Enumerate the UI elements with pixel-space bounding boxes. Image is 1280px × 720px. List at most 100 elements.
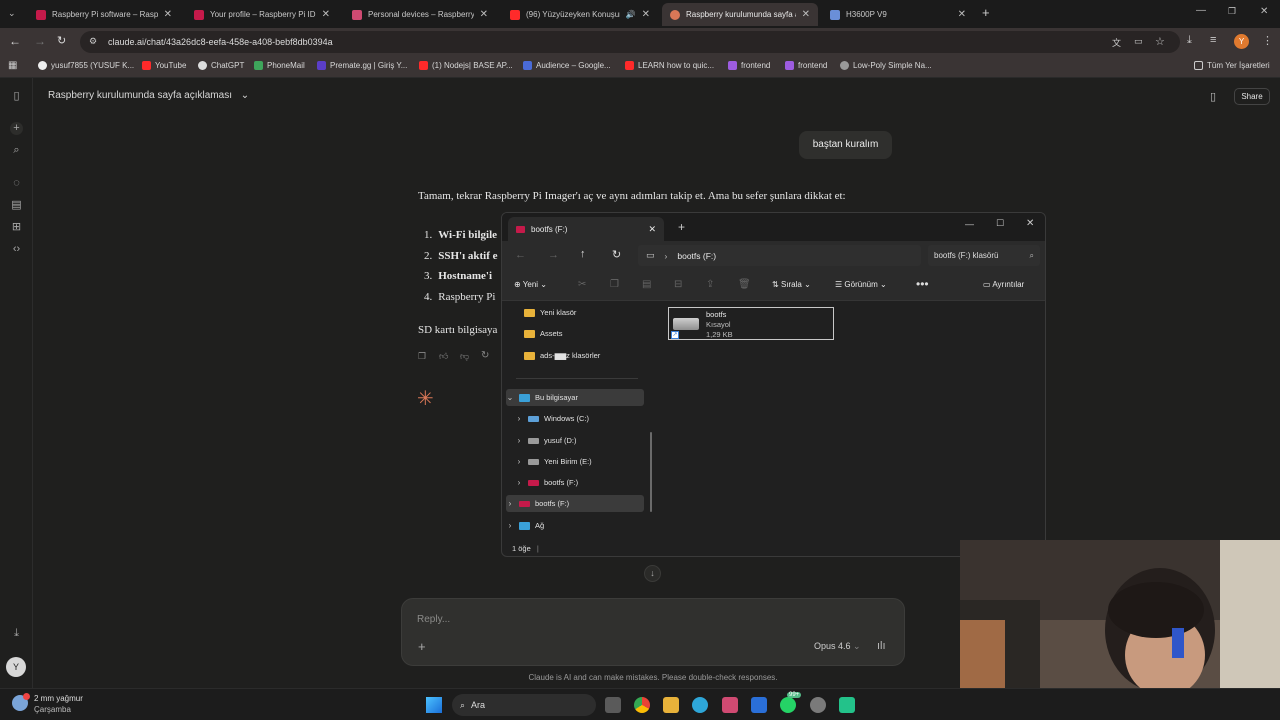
forward-icon[interactable]: → [34, 34, 46, 48]
profile-avatar[interactable]: Y [1234, 34, 1249, 49]
store-icon[interactable] [722, 697, 738, 713]
explorer-tab[interactable]: bootfs (F:) ✕ [508, 217, 664, 241]
tree-item-yusuf-d[interactable]: › yusuf (D:) [515, 432, 577, 449]
download-icon[interactable]: ⤓ [1187, 34, 1192, 47]
browser-tab[interactable]: Raspberry Pi software – Raspbe ✕ [28, 3, 180, 26]
file-item[interactable]: ↗ bootfs Kısayol 1,29 KB [668, 307, 834, 340]
bookmark[interactable]: YouTube [142, 61, 186, 70]
browser-tab-active[interactable]: Raspberry kurulumunda sayfa a ✕ [662, 3, 818, 26]
new-chat-icon[interactable]: + [10, 122, 23, 135]
new-tab-icon[interactable]: + [982, 5, 990, 20]
bookmark[interactable]: frontend [785, 61, 827, 70]
close-window-icon[interactable]: ✕ [1260, 6, 1268, 17]
bookmark-star-icon[interactable]: ☆ [1155, 35, 1165, 48]
refresh-icon[interactable]: ↻ [612, 248, 621, 261]
toggle-sidebar-icon[interactable]: ▯ [10, 90, 23, 103]
tree-item-new-folder[interactable]: Yeni klasör [524, 304, 576, 321]
back-icon[interactable]: ← [9, 34, 21, 48]
paste-icon[interactable]: ▤ [642, 279, 651, 290]
browser-tab[interactable]: Personal devices – Raspberry Pi ✕ [344, 3, 496, 26]
site-info-icon[interactable]: ⚙ [89, 36, 97, 47]
browser-tab[interactable]: H3600P V9 ✕ [822, 3, 974, 26]
search-input[interactable]: bootfs (F:) klasörü ⌕ [928, 245, 1040, 266]
close-icon[interactable]: ✕ [1026, 218, 1034, 229]
file-explorer-icon[interactable] [663, 697, 679, 713]
restore-window-icon[interactable]: ❐ [1228, 6, 1236, 17]
bookmark[interactable]: (1) Nodejs| BASE AP... [419, 61, 513, 70]
reply-input[interactable]: Reply... [417, 614, 450, 625]
new-button[interactable]: ⊕ Yeni ⌄ [514, 280, 547, 289]
task-view-icon[interactable] [605, 697, 621, 713]
bookmark[interactable]: Audience – Google... [523, 61, 611, 70]
bookmark[interactable]: yusuf7855 (YUSUF K... [38, 61, 134, 70]
copy-icon[interactable]: ❐ [418, 351, 426, 362]
forward-icon[interactable]: → [548, 249, 559, 261]
browser-tab[interactable]: Your profile – Raspberry Pi ID ✕ [186, 3, 338, 26]
bookmark[interactable]: Premate.gg | Giriş Y... [317, 61, 407, 70]
bookmark[interactable]: frontend [728, 61, 770, 70]
bookmark[interactable]: LEARN how to quic... [625, 61, 714, 70]
menu-icon[interactable]: ⋮ [1262, 34, 1273, 47]
close-tab-icon[interactable]: ✕ [322, 9, 330, 20]
tree-item-assets[interactable]: Assets [524, 325, 563, 342]
downloads-icon[interactable]: ⤓ [10, 627, 23, 640]
reload-icon[interactable]: ↻ [57, 34, 66, 47]
tree-item-bootfs-f-root[interactable]: › bootfs (F:) [506, 495, 644, 512]
apps-icon[interactable]: ▦ [8, 60, 17, 71]
close-tab-icon[interactable]: ✕ [642, 9, 650, 20]
sort-button[interactable]: ⇅ Sırala ⌄ [772, 280, 811, 289]
view-button[interactable]: ☰ Görünüm ⌄ [835, 280, 887, 289]
all-bookmarks[interactable]: Tüm Yer İşaretleri [1194, 61, 1270, 70]
browser-tab[interactable]: (96) Yüzyüzeyken Konuşuru 🔊 ✕ [502, 3, 658, 26]
chrome-icon[interactable] [634, 697, 650, 713]
retry-icon[interactable]: ↻ [481, 350, 489, 361]
bookmark[interactable]: ChatGPT [198, 61, 244, 70]
close-tab-icon[interactable]: ✕ [480, 9, 488, 20]
tree-item-bootfs-f[interactable]: › bootfs (F:) [515, 474, 579, 491]
minimize-window-icon[interactable]: — [1196, 5, 1206, 16]
settings-icon[interactable] [810, 697, 826, 713]
up-icon[interactable]: ↑ [580, 248, 586, 260]
projects-icon[interactable]: ▤ [10, 199, 23, 212]
thumbs-up-icon[interactable]: 👍︎ [439, 351, 448, 362]
share-button[interactable]: Share [1234, 88, 1270, 105]
rename-icon[interactable]: ⊟ [674, 279, 682, 290]
new-tab-icon[interactable]: + [678, 220, 685, 234]
artifacts-icon[interactable]: ⊞ [10, 221, 23, 234]
back-icon[interactable]: ← [515, 249, 526, 261]
taskbar-search[interactable]: ⌕ Ara [452, 694, 596, 716]
whatsapp-icon[interactable] [780, 697, 796, 713]
tree-item-new-volume-e[interactable]: › Yeni Birim (E:) [515, 453, 592, 470]
app-icon[interactable] [839, 697, 855, 713]
tree-item-windows-c[interactable]: › Windows (C:) [515, 410, 589, 427]
thumbs-down-icon[interactable]: 👎︎ [460, 351, 469, 362]
minimize-icon[interactable]: — [965, 219, 974, 229]
address-path[interactable]: ▭ › bootfs (F:) [638, 245, 921, 266]
share-icon[interactable]: ⇪ [706, 279, 714, 290]
chat-title[interactable]: Raspberry kurulumunda sayfa açıklaması ⌄ [48, 90, 249, 101]
edge-icon[interactable] [692, 697, 708, 713]
close-tab-icon[interactable]: ✕ [802, 9, 810, 20]
close-tab-icon[interactable]: ✕ [164, 9, 172, 20]
weather-temp[interactable]: 2 mm yağmur [34, 694, 83, 703]
bookmark[interactable]: Low-Poly Simple Na... [840, 61, 932, 70]
copy-icon[interactable]: ❐ [610, 279, 619, 290]
close-tab-icon[interactable]: ✕ [958, 9, 966, 20]
model-selector[interactable]: Opus 4.6 ⌄ [814, 641, 861, 652]
voice-icon[interactable]: ılı [877, 640, 886, 652]
media-icon[interactable]: ≡ [1210, 34, 1216, 46]
tree-item-network[interactable]: › Ağ [506, 517, 545, 534]
maximize-icon[interactable]: ☐ [996, 218, 1004, 229]
start-icon[interactable] [426, 697, 442, 713]
url-input[interactable]: ⚙ claude.ai/chat/43a26dc8-eefa-458e-a408… [80, 31, 1180, 53]
delete-icon[interactable]: 🗑︎ [738, 279, 751, 290]
search-icon[interactable]: ⌕ [10, 144, 23, 157]
tree-item-this-pc[interactable]: ⌄ Bu bilgisayar [506, 389, 644, 406]
more-icon[interactable]: ••• [916, 277, 929, 291]
add-attachment-icon[interactable]: + [418, 639, 426, 654]
bookmark[interactable]: PhoneMail [254, 61, 305, 70]
close-tab-icon[interactable]: ✕ [648, 224, 656, 235]
cut-icon[interactable]: ✂ [578, 279, 586, 290]
document-icon[interactable]: ▯ [1210, 90, 1216, 103]
chats-icon[interactable]: ◌ [10, 177, 23, 190]
